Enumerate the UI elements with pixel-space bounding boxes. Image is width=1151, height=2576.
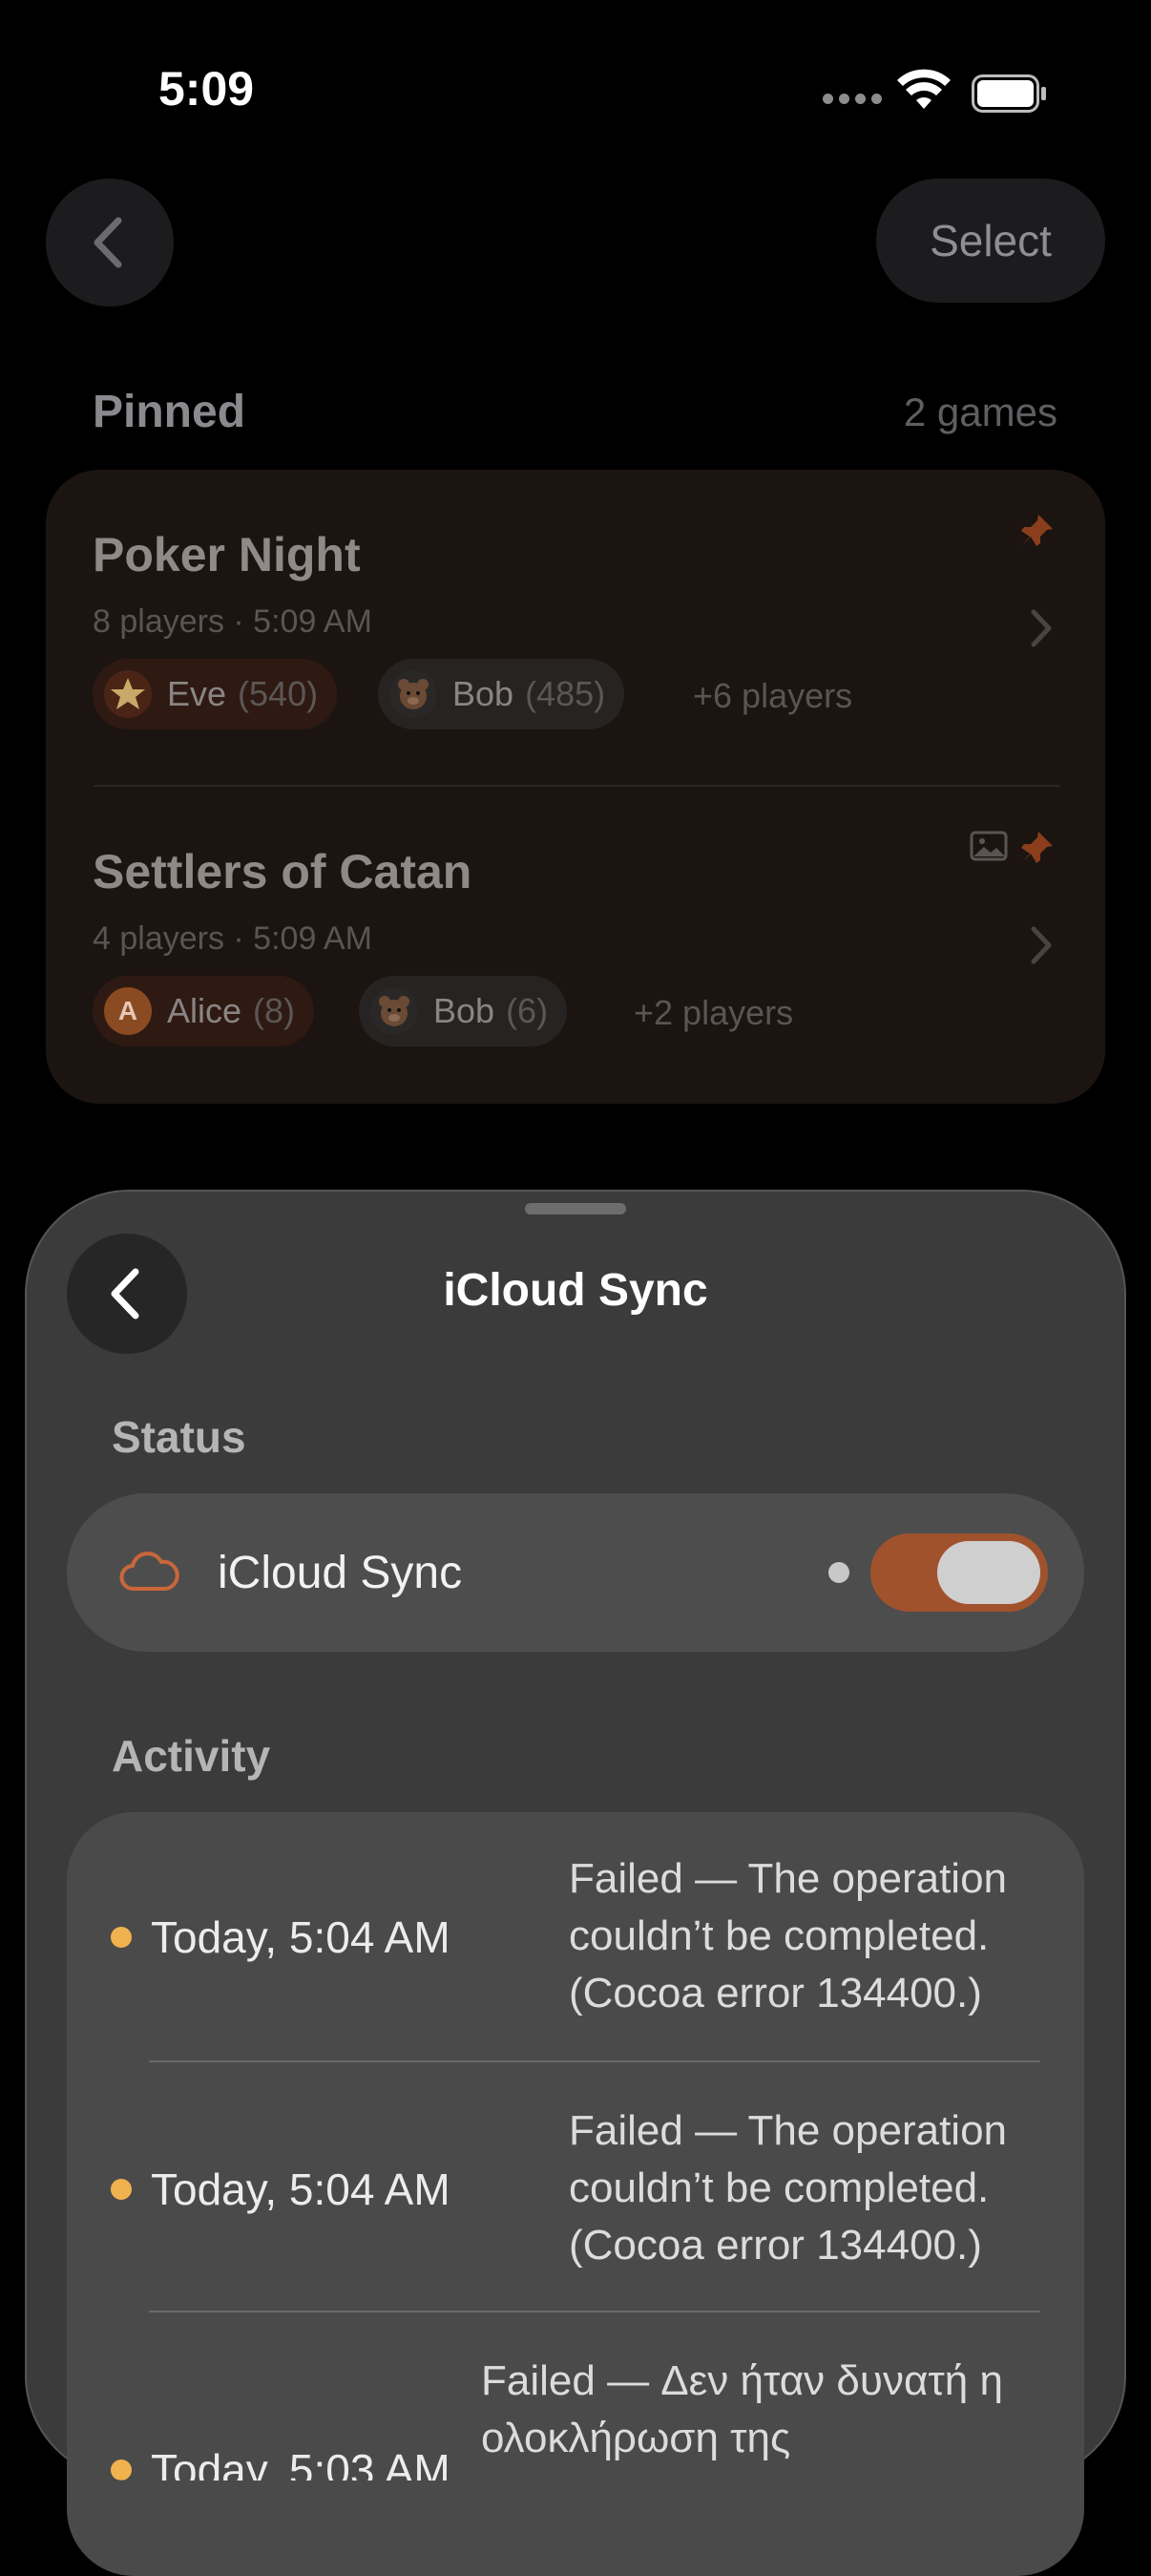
activity-time: Today, 5:04 AM bbox=[151, 2164, 450, 2214]
player-chip: A Alice (8) bbox=[93, 976, 315, 1046]
player-score: (540) bbox=[238, 674, 319, 713]
player-score: (8) bbox=[253, 991, 296, 1030]
activity-section-header: Activity bbox=[112, 1731, 271, 1781]
star-icon bbox=[104, 670, 152, 718]
select-button[interactable]: Select bbox=[876, 179, 1105, 303]
sync-status-indicator bbox=[828, 1562, 849, 1583]
more-players: +6 players bbox=[693, 676, 853, 715]
activity-message: Failed — The operation couldn’t be compl… bbox=[569, 1855, 1008, 2016]
bear-icon bbox=[370, 987, 418, 1035]
avatar: A bbox=[104, 987, 152, 1035]
chevron-left-icon bbox=[94, 217, 122, 268]
player-name: Eve bbox=[167, 674, 227, 713]
warning-dot bbox=[111, 1927, 132, 1948]
player-name: Bob bbox=[433, 991, 495, 1030]
player-chip: Eve (540) bbox=[93, 659, 338, 729]
status-time: 5:09 bbox=[158, 62, 255, 116]
pin-icon bbox=[1021, 515, 1053, 546]
activity-message: Failed — The operation couldn’t be compl… bbox=[569, 2107, 1008, 2269]
battery-icon bbox=[972, 74, 1046, 113]
photo-icon bbox=[970, 831, 1008, 861]
chevron-right-icon bbox=[1031, 609, 1052, 647]
player-chip: Bob (485) bbox=[378, 659, 625, 729]
pinned-games-count: 2 games bbox=[903, 390, 1057, 434]
player-chip: Bob (6) bbox=[359, 976, 568, 1046]
player-name: Bob bbox=[452, 674, 514, 713]
divider bbox=[149, 2060, 1040, 2062]
wifi-icon bbox=[897, 69, 951, 109]
game-title: Settlers of Catan bbox=[93, 845, 472, 898]
more-players: +2 players bbox=[634, 993, 794, 1032]
player-score: (6) bbox=[506, 991, 549, 1030]
sheet-grabber[interactable] bbox=[525, 1203, 626, 1214]
cellular-signal-icon bbox=[823, 94, 882, 107]
status-section-header: Status bbox=[112, 1412, 246, 1462]
sheet-title: iCloud Sync bbox=[443, 1265, 708, 1316]
game-meta: 4 players · 5:09 AM bbox=[93, 920, 372, 957]
back-button[interactable] bbox=[46, 179, 174, 306]
cloud-icon bbox=[119, 1552, 179, 1591]
warning-dot bbox=[111, 2179, 132, 2200]
icloud-sync-label: iCloud Sync bbox=[218, 1548, 463, 1598]
pinned-section-title: Pinned bbox=[93, 387, 246, 437]
player-name: Alice bbox=[167, 991, 242, 1030]
game-meta: 8 players · 5:09 AM bbox=[93, 603, 372, 640]
chevron-right-icon bbox=[1031, 926, 1052, 964]
player-score: (485) bbox=[525, 674, 606, 713]
activity-time: Today, 5:04 AM bbox=[151, 1912, 450, 1962]
icloud-sync-toggle[interactable] bbox=[870, 1533, 1048, 1612]
bear-icon bbox=[389, 670, 437, 718]
pin-icon bbox=[1021, 832, 1053, 863]
divider bbox=[149, 2311, 1040, 2312]
toggle-knob bbox=[937, 1541, 1040, 1604]
game-title: Poker Night bbox=[93, 528, 361, 581]
